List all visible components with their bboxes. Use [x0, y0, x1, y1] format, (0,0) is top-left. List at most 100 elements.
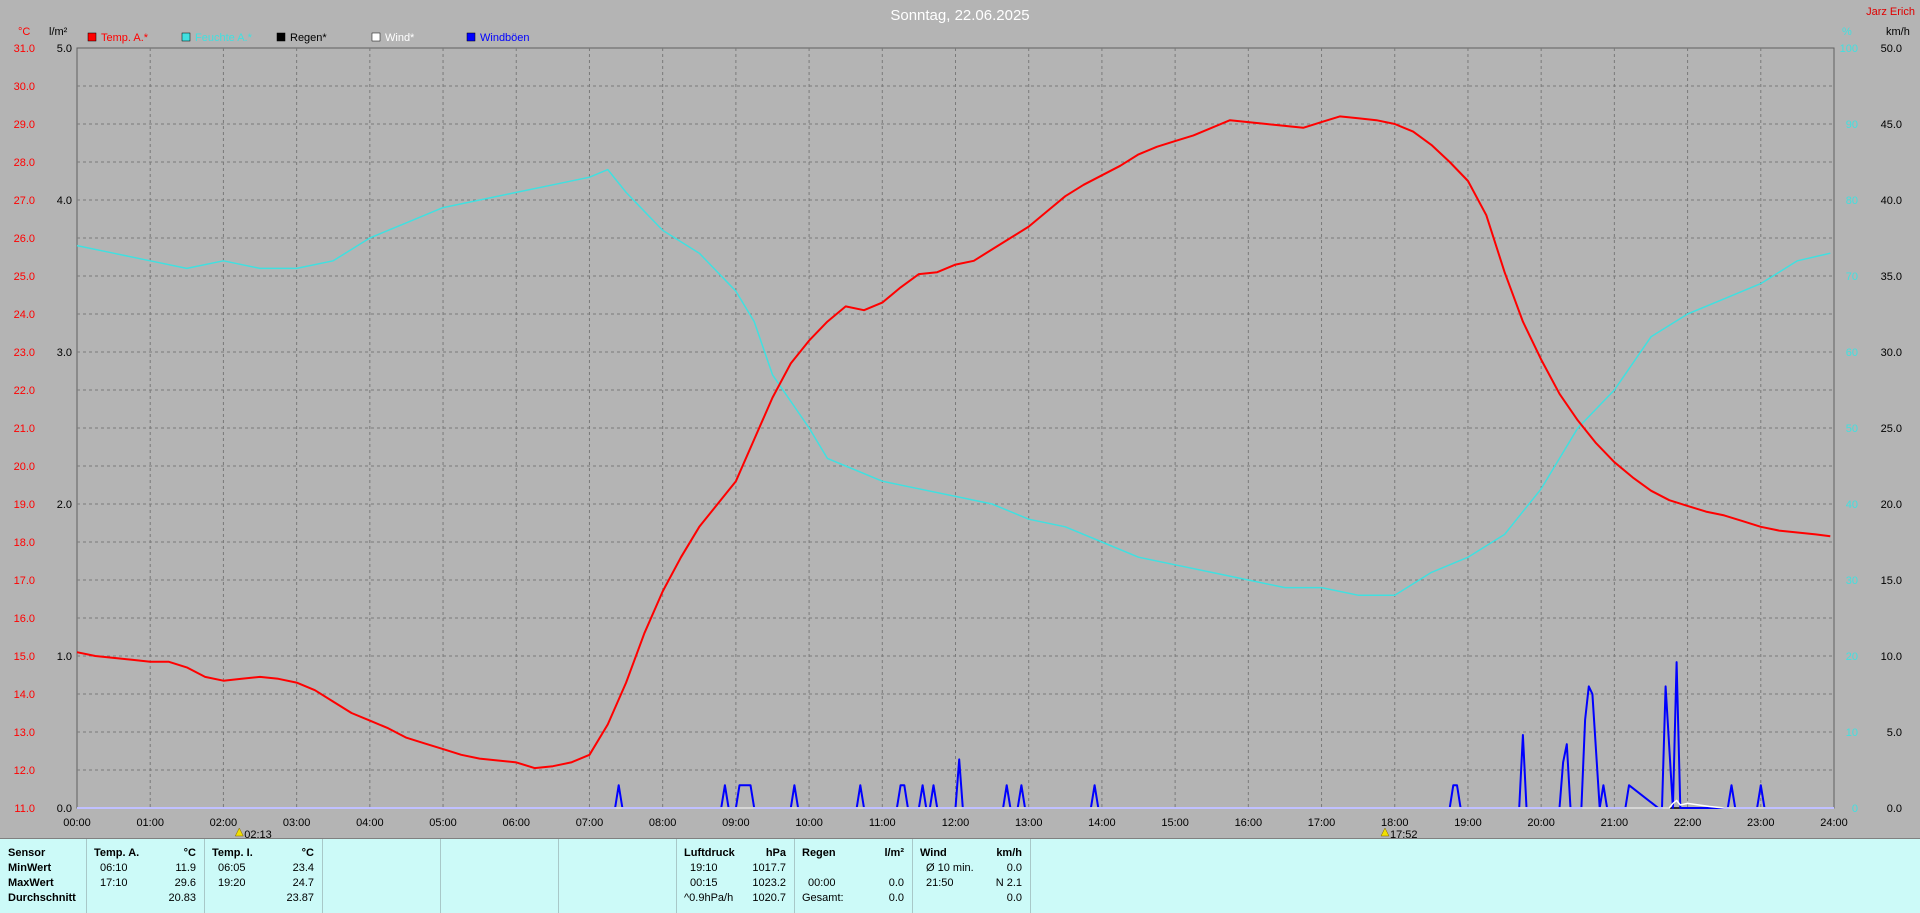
legend-label-gusts: Windböen [480, 32, 530, 44]
wind-tick-label: 5.0 [1887, 727, 1902, 739]
temp-tick-label: 14.0 [14, 689, 35, 701]
legend-item-gusts: Windböen [466, 32, 530, 44]
temp-a-max-value: 29.6 [174, 877, 196, 889]
temp-tick-label: 20.0 [14, 461, 35, 473]
stats-empty-3 [558, 839, 677, 913]
temp-tick-label: 30.0 [14, 81, 35, 93]
x-tick-label: 22:00 [1674, 817, 1702, 829]
stats-row-max-label: MaxWert [8, 877, 54, 889]
wind-avg-value: 0.0 [1006, 862, 1022, 874]
stats-empty-2 [440, 839, 559, 913]
wind-tick-label: 50.0 [1881, 43, 1902, 55]
x-tick-label: 07:00 [576, 817, 604, 829]
wind-tick-label: 15.0 [1881, 575, 1902, 587]
x-tick-label: 08:00 [649, 817, 677, 829]
rain-tick-label: 0.0 [57, 803, 72, 815]
weather-chart: Sonntag, 22.06.2025 Jarz Erich °C l/m² %… [14, 6, 1915, 838]
wind-tick-label: 25.0 [1881, 423, 1902, 435]
legend-item-wind: Wind* [371, 32, 415, 44]
stats-sensor: Sensor MinWert MaxWert Durchschnitt [0, 839, 87, 913]
temp-a-avg-value: 20.83 [168, 892, 196, 904]
regen-header: Regen [802, 847, 836, 859]
x-tick-label: 17:00 [1308, 817, 1336, 829]
temp-i-unit: °C [301, 847, 314, 859]
x-tick-label: 12:00 [942, 817, 970, 829]
legend: Temp. A.* Feuchte A.* Regen* Wind* Windb… [87, 32, 530, 44]
stats-luftdruck: Luftdruck hPa 19:10 1017.7 00:15 1023.2 ^0.… [676, 839, 795, 913]
temp-tick-label: 18.0 [14, 537, 35, 549]
temp-a-unit: °C [183, 847, 196, 859]
temp-tick-label: 24.0 [14, 309, 35, 321]
luftdruck-max-value: 1023.2 [752, 877, 786, 889]
grid [77, 48, 1834, 808]
x-tick-label: 10:00 [795, 817, 823, 829]
temp-tick-label: 13.0 [14, 727, 35, 739]
temp-tick-label: 21.0 [14, 423, 35, 435]
temp-tick-label: 27.0 [14, 195, 35, 207]
author-label: Jarz Erich [1866, 6, 1915, 18]
legend-swatch-gusts [466, 32, 476, 42]
legend-label-humidity: Feuchte A.* [195, 32, 253, 44]
sun-markers: 02:13 17:52 [234, 827, 1418, 838]
x-tick-label: 05:00 [429, 817, 457, 829]
x-tick-label: 03:00 [283, 817, 311, 829]
rain-tick-label: 4.0 [57, 195, 72, 207]
stats-empty-4 [1030, 839, 1920, 913]
wind-tick-label: 35.0 [1881, 271, 1902, 283]
luftdruck-max-time: 00:15 [690, 877, 718, 889]
legend-swatch-rain [276, 32, 286, 42]
x-tick-label: 11:00 [869, 817, 896, 829]
temp-a-min-time: 06:10 [100, 862, 128, 874]
temp-tick-label: 12.0 [14, 765, 35, 777]
rain-tick-label: 1.0 [57, 651, 72, 663]
stats-row-avg-label: Durchschnitt [8, 892, 76, 904]
stats-temp-i: Temp. I. °C 06:05 23.4 19:20 24.7 23.87 [204, 839, 323, 913]
x-tick-label: 00:00 [63, 817, 91, 829]
luftdruck-unit: hPa [765, 847, 786, 859]
luftdruck-header: Luftdruck [684, 847, 735, 859]
temp-tick-label: 16.0 [14, 613, 35, 625]
temp-i-min-value: 23.4 [292, 862, 314, 874]
x-tick-label: 04:00 [356, 817, 384, 829]
stats-row-max: MaxWert [0, 877, 86, 892]
humidity-tick-label: 90 [1846, 119, 1858, 131]
axis-ticks: 00:00 01:00 02:00 03:00 04:00 05:00 06:00 07:00… [14, 43, 1902, 829]
regen-max-time: 00:00 [808, 877, 836, 889]
temp-i-avg-value: 23.87 [286, 892, 314, 904]
stats-temp-a: Temp. A. °C 06:10 11.9 17:10 29.6 20.83 [86, 839, 205, 913]
rain-unit-label: l/m² [49, 26, 68, 38]
legend-label-temp: Temp. A.* [101, 32, 149, 44]
wind-unit: km/h [996, 847, 1022, 859]
wind-tick-label: 0.0 [1887, 803, 1902, 815]
wind-max-value: N 2.1 [995, 877, 1022, 889]
temp-tick-label: 15.0 [14, 651, 35, 663]
wind-tick-label: 45.0 [1881, 119, 1902, 131]
x-tick-label: 20:00 [1527, 817, 1555, 829]
humidity-tick-label: 40 [1846, 499, 1858, 511]
wind-mean-value: 0.0 [1006, 892, 1022, 904]
chart-title: Sonntag, 22.06.2025 [890, 7, 1029, 24]
humidity-tick-label: 50 [1846, 423, 1858, 435]
luftdruck-min-time: 19:10 [690, 862, 718, 874]
x-tick-label: 13:00 [1015, 817, 1043, 829]
wind-tick-label: 30.0 [1881, 347, 1902, 359]
luftdruck-min-value: 1017.7 [752, 862, 786, 874]
stats-panel: Sensor MinWert MaxWert Durchschnitt Temp… [0, 838, 1920, 913]
temp-a-min-value: 11.9 [175, 862, 196, 874]
wind-unit-label: km/h [1886, 26, 1910, 38]
humidity-tick-label: 20 [1846, 651, 1858, 663]
regen-max-value: 0.0 [888, 877, 904, 889]
luftdruck-trend: ^0.9hPa/h [684, 892, 734, 904]
temp-tick-label: 25.0 [14, 271, 35, 283]
humidity-tick-label: 0 [1852, 803, 1858, 815]
sunrise-label: 02:13 [244, 829, 272, 838]
x-tick-label: 02:00 [210, 817, 238, 829]
x-tick-label: 21:00 [1601, 817, 1629, 829]
legend-item-humidity: Feuchte A.* [181, 32, 253, 44]
temp-a-max-time: 17:10 [100, 877, 128, 889]
temp-tick-label: 22.0 [14, 385, 35, 397]
humidity-tick-label: 60 [1846, 347, 1858, 359]
temp-line [76, 115, 1831, 770]
x-tick-label: 15:00 [1161, 817, 1189, 829]
x-tick-label: 01:00 [136, 817, 164, 829]
